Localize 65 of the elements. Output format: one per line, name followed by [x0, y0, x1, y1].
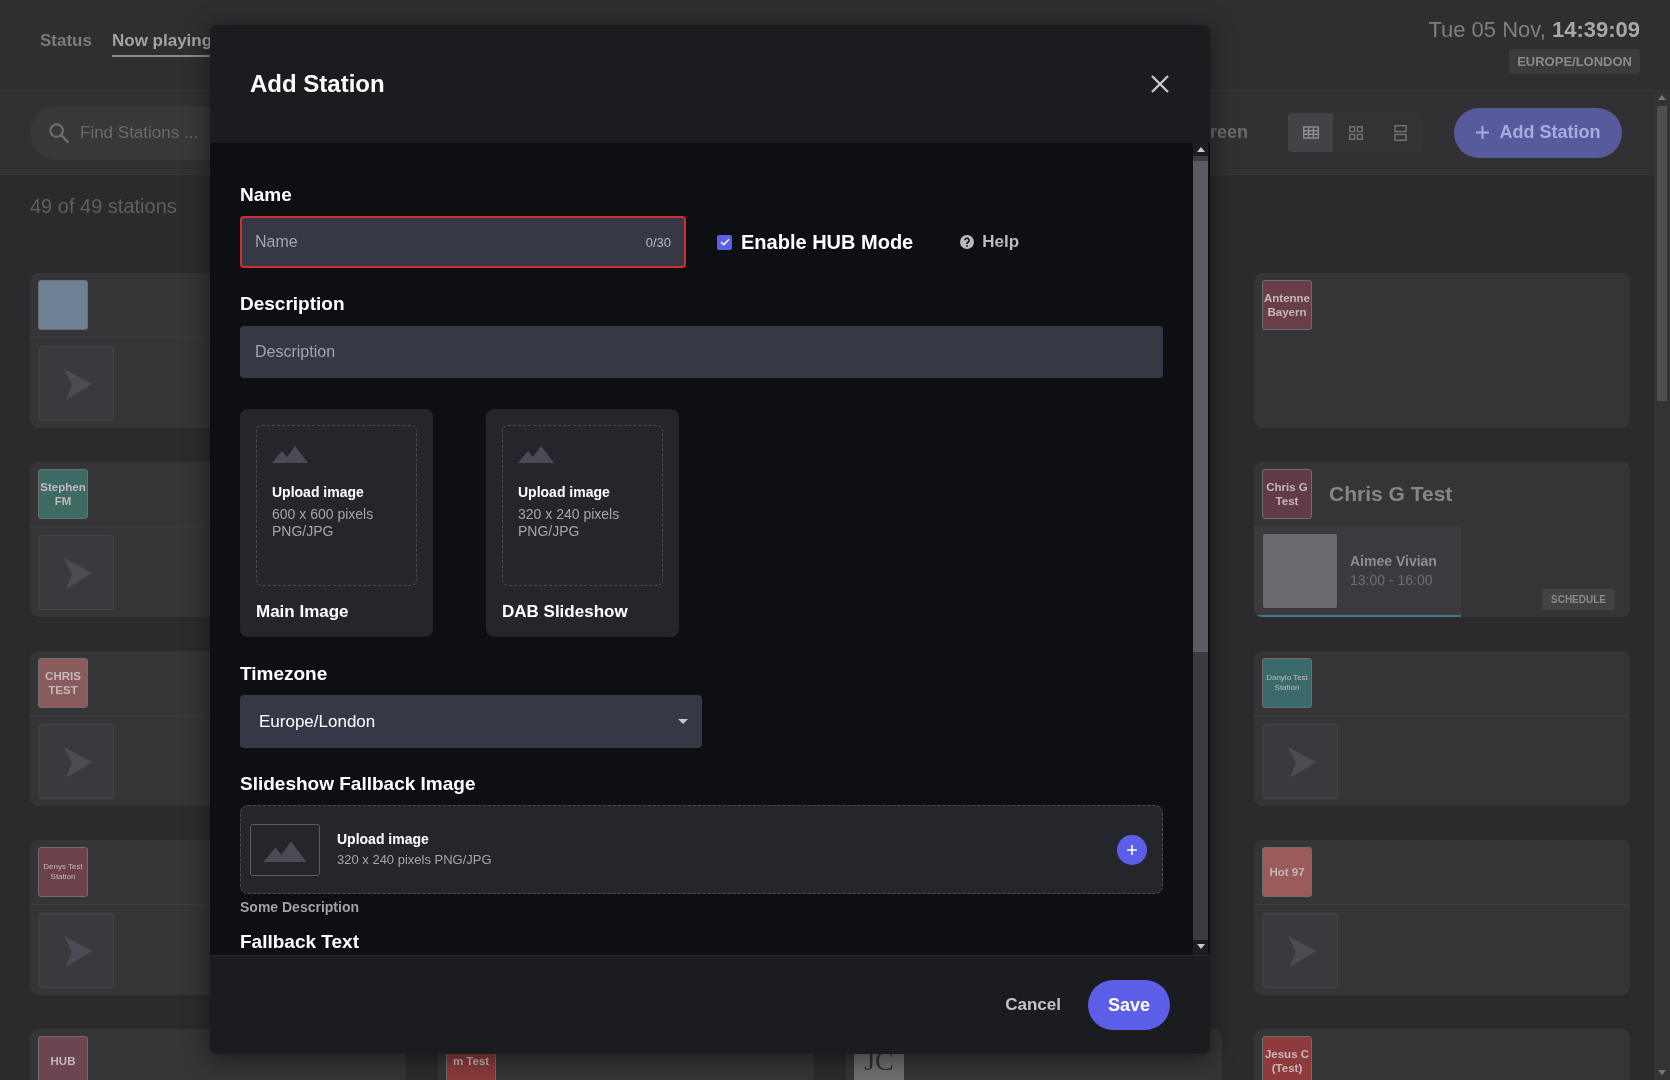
- station-logo: Hot 97: [1262, 847, 1312, 897]
- toolbar-label: reen: [1209, 122, 1248, 143]
- scroll-down-icon: [1196, 944, 1205, 949]
- timezone-select[interactable]: Europe/London: [240, 695, 702, 748]
- plus-icon: [1127, 844, 1137, 855]
- upload-dropzone[interactable]: Upload image 600 x 600 pixels PNG/JPG: [256, 425, 417, 586]
- rows-icon: [1394, 124, 1407, 141]
- station-logo: Chris G Test: [1262, 469, 1312, 519]
- station-logo: CHRIS TEST: [38, 658, 88, 708]
- upload-prompt: Upload image: [518, 484, 610, 501]
- image-icon: [250, 823, 320, 876]
- scrollbar-thumb[interactable]: [1657, 106, 1667, 401]
- character-counter: 0/30: [645, 234, 671, 250]
- checkbox-label[interactable]: Enable HUB Mode: [741, 230, 914, 254]
- name-field[interactable]: Name 0/30: [240, 216, 686, 268]
- upload-details: 320 x 240 pixels PNG/JPG: [518, 506, 621, 540]
- help-button[interactable]: Help: [960, 232, 1020, 252]
- add-image-button[interactable]: [1117, 834, 1147, 865]
- field-label: Fallback Text: [240, 930, 359, 954]
- check-icon: [719, 238, 730, 246]
- field-label: Description: [240, 292, 345, 316]
- station-logo: HUB: [38, 1036, 88, 1080]
- image-placeholder: [38, 280, 88, 330]
- dialog-scrollbar[interactable]: [1193, 143, 1208, 955]
- field-label: Timezone: [240, 662, 328, 686]
- scroll-up-icon: [1658, 95, 1666, 100]
- scroll-down-icon: [1658, 1070, 1666, 1075]
- station-logo: Danylo Test Station: [1262, 658, 1312, 708]
- search-icon: [49, 122, 69, 143]
- scroll-up-icon: [1196, 147, 1205, 152]
- dialog-title: Add Station: [250, 70, 385, 98]
- upload-card-title: Main Image: [256, 602, 349, 622]
- station-logo: Denys Test Station: [38, 847, 88, 897]
- station-logo: Stephen FM: [38, 469, 88, 519]
- timezone-badge: EUROPE/LONDON: [1509, 49, 1640, 74]
- checkbox[interactable]: [717, 234, 732, 250]
- date-time: Tue 05 Nov, 14:39:09: [1428, 16, 1640, 43]
- caret-icon: [678, 719, 688, 724]
- helper-text: Some Description: [240, 899, 360, 916]
- close-button[interactable]: [1150, 74, 1170, 94]
- field-label: Name: [240, 183, 292, 207]
- station-name: Chris G Test: [1329, 482, 1453, 506]
- nav-tab[interactable]: Status: [40, 31, 92, 57]
- station-logo: Antenne Bayern: [1262, 280, 1312, 330]
- text-button[interactable]: Cancel: [1005, 995, 1061, 1015]
- field-label: Slideshow Fallback Image: [240, 772, 476, 796]
- table-icon: [1302, 126, 1319, 139]
- upload-details: 600 x 600 pixels PNG/JPG: [272, 506, 375, 540]
- grid-icon: [1348, 125, 1363, 140]
- help-icon: [960, 235, 975, 249]
- station-logo: Jesus C (Test): [1262, 1036, 1312, 1080]
- upload-details: 320 x 240 pixels PNG/JPG: [337, 852, 492, 868]
- close-icon: [1150, 74, 1170, 94]
- host-name: Aimee Vivian: [1350, 553, 1437, 569]
- upload-prompt: Upload image: [337, 831, 429, 848]
- upload-dropzone[interactable]: Upload image 320 x 240 pixels PNG/JPG: [502, 425, 663, 586]
- upload-dropzone[interactable]: Upload image 320 x 240 pixels PNG/JPG: [240, 805, 1163, 894]
- table-view-button[interactable]: [1288, 113, 1333, 152]
- upload-card-title: DAB Slideshow: [502, 602, 628, 622]
- upload-prompt: Upload image: [272, 484, 364, 501]
- description-field[interactable]: Description: [240, 326, 1163, 378]
- plus-icon: [1475, 126, 1489, 139]
- page-scrollbar[interactable]: [1654, 90, 1670, 1080]
- scrollbar-thumb[interactable]: [1193, 161, 1208, 652]
- primary-button[interactable]: Save: [1088, 980, 1170, 1030]
